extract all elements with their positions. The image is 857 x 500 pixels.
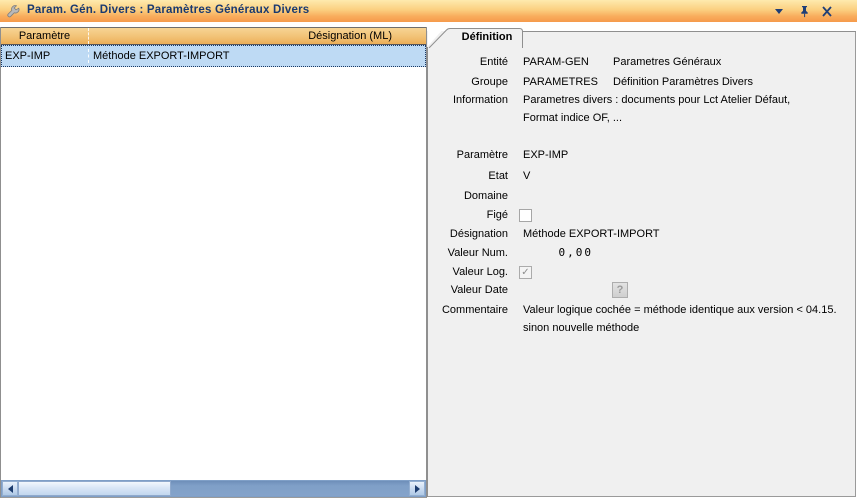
field-valeur-date: Valeur Date ? [428, 282, 848, 298]
valeur-num-value[interactable]: 0,00 [523, 245, 593, 261]
scroll-left-button[interactable] [2, 481, 18, 496]
arrow-right-icon [415, 485, 420, 493]
commentaire-label: Commentaire [428, 302, 508, 318]
pin-icon[interactable] [798, 5, 812, 18]
arrow-left-icon [8, 485, 13, 493]
field-information: Information Parametres divers : document… [428, 92, 848, 108]
field-etat: Etat V [428, 168, 848, 184]
scroll-right-button[interactable] [409, 481, 425, 496]
scrollbar-track[interactable] [171, 481, 409, 496]
fige-label: Figé [428, 207, 508, 223]
column-header-designation[interactable]: Désignation (ML) [89, 28, 426, 44]
information-line1: Parametres divers : documents pour Lct A… [523, 92, 790, 108]
information-label: Information [428, 92, 508, 108]
domaine-label: Domaine [428, 188, 508, 204]
horizontal-scrollbar[interactable] [1, 480, 426, 497]
designation-label: Désignation [428, 226, 508, 242]
scrollbar-thumb[interactable] [18, 481, 171, 496]
commentaire-line1: Valeur logique cochée = méthode identiqu… [523, 302, 837, 318]
field-parametre: Paramètre EXP-IMP [428, 147, 848, 163]
valeur-date-label: Valeur Date [428, 282, 508, 298]
field-commentaire-2: sinon nouvelle méthode [428, 320, 848, 336]
valeur-log-checkbox[interactable]: ✓ [519, 266, 532, 279]
etat-label: Etat [428, 168, 508, 184]
information-line2: Format indice OF, ... [523, 110, 622, 126]
designation-value: Méthode EXPORT-IMPORT [523, 226, 660, 242]
date-picker-button[interactable]: ? [612, 282, 628, 298]
groupe-code: PARAMETRES [523, 74, 598, 90]
column-header-parametre[interactable]: Paramètre [1, 28, 89, 44]
definition-form: Entité PARAM-GEN Parametres Généraux Gro… [428, 31, 857, 497]
cell-designation: Méthode EXPORT-IMPORT [89, 49, 426, 63]
field-commentaire: Commentaire Valeur logique cochée = méth… [428, 302, 848, 318]
field-information-2: Format indice OF, ... [428, 110, 848, 126]
close-icon[interactable] [820, 5, 834, 18]
field-domaine: Domaine [428, 188, 848, 204]
wrench-icon [5, 3, 21, 19]
window-titlebar: Param. Gén. Divers : Paramètres Généraux… [0, 0, 857, 22]
fige-checkbox[interactable] [519, 209, 532, 222]
table-header-row: Paramètre Désignation (ML) [1, 27, 426, 45]
field-valeur-log: Valeur Log. ✓ [428, 264, 848, 280]
groupe-name: Définition Paramètres Divers [613, 74, 753, 90]
app-window: Param. Gén. Divers : Paramètres Généraux… [0, 0, 857, 500]
field-entite: Entité PARAM-GEN Parametres Généraux [428, 54, 848, 70]
valeur-num-label: Valeur Num. [428, 245, 508, 261]
field-fige: Figé [428, 207, 848, 223]
window-title: Param. Gén. Divers : Paramètres Généraux… [27, 4, 309, 16]
field-designation: Désignation Méthode EXPORT-IMPORT [428, 226, 848, 242]
table-row[interactable]: EXP-IMP Méthode EXPORT-IMPORT [1, 45, 426, 67]
parameter-table: Paramètre Désignation (ML) EXP-IMP Métho… [0, 27, 427, 498]
entite-code: PARAM-GEN [523, 54, 589, 70]
window-menu-dropdown-icon[interactable] [775, 9, 783, 14]
commentaire-line2: sinon nouvelle méthode [523, 320, 639, 336]
field-valeur-num: Valeur Num. 0,00 [428, 245, 848, 261]
valeur-log-label: Valeur Log. [428, 264, 508, 280]
groupe-label: Groupe [428, 74, 508, 90]
field-groupe: Groupe PARAMETRES Définition Paramètres … [428, 74, 848, 90]
cell-parametre: EXP-IMP [1, 49, 89, 63]
parametre-label: Paramètre [428, 147, 508, 163]
etat-value: V [523, 168, 530, 184]
entite-label: Entité [428, 54, 508, 70]
entite-name: Parametres Généraux [613, 54, 721, 70]
parametre-value: EXP-IMP [523, 147, 568, 163]
